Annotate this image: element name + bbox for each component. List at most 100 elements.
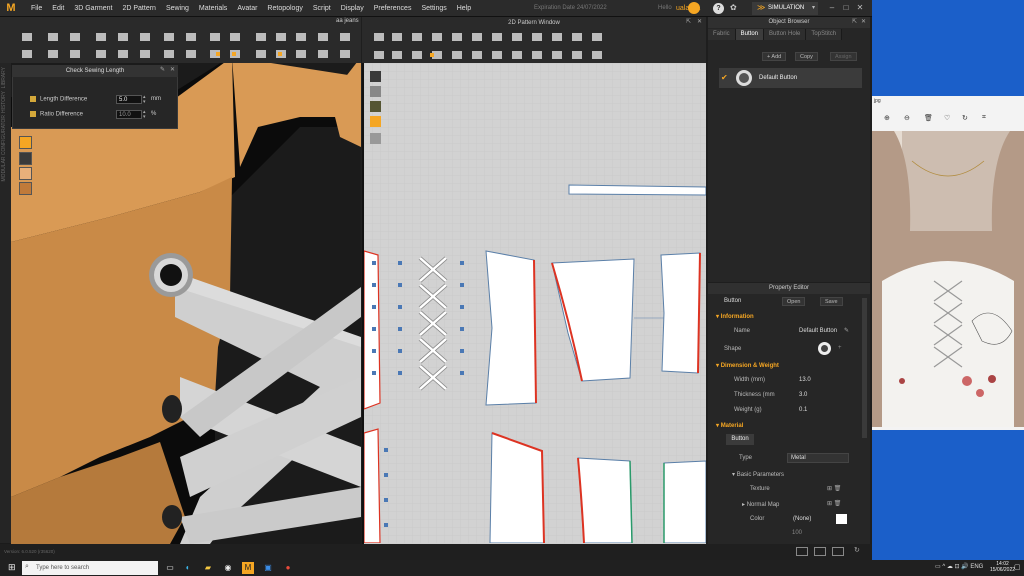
edit-name-icon[interactable]: ✎ (844, 327, 849, 334)
menu-file[interactable]: File (26, 0, 47, 17)
file-explorer-icon[interactable]: ▰ (202, 562, 214, 574)
edit-tool-icon[interactable] (370, 101, 381, 112)
menu-preferences[interactable]: Preferences (369, 0, 417, 17)
length-difference-checkbox[interactable] (30, 96, 36, 102)
material-section[interactable]: ▾ Material (716, 422, 743, 429)
menu-3d-garment[interactable]: 3D Garment (69, 0, 117, 17)
2d-toolbar (362, 29, 706, 63)
app-logo: M (6, 2, 16, 14)
ratio-difference-label: Ratio Difference (40, 111, 83, 118)
taskbar-search-input[interactable]: Type here to search (22, 561, 158, 575)
thickness-value[interactable]: 3.0 (799, 392, 807, 398)
zoom-out-icon[interactable]: ⊖ (904, 114, 910, 122)
close-panel-icon[interactable]: ✕ (170, 66, 175, 73)
windows-start-icon[interactable]: ⊞ (8, 562, 16, 573)
length-stepper-icon[interactable]: ▴ ▾ (143, 95, 146, 105)
tab-button-hole[interactable]: Button Hole (764, 29, 807, 40)
menu-avatar[interactable]: Avatar (232, 0, 262, 17)
menu-help[interactable]: Help (452, 0, 476, 17)
crop-icon[interactable]: ⌗ (982, 114, 986, 122)
button-tool-icon[interactable] (370, 116, 381, 127)
community-icon[interactable]: ✿ (730, 3, 737, 12)
split-view-icon[interactable] (814, 547, 826, 556)
task-view-icon[interactable]: ▭ (164, 562, 176, 574)
texture-grid-icon[interactable]: ⊞ 🗑 (827, 485, 841, 492)
history-tab[interactable]: HISTORY (1, 91, 7, 113)
expand-icon[interactable]: ⇱ (686, 18, 691, 25)
scrollbar[interactable] (862, 298, 867, 438)
material-button-tab[interactable]: Button (726, 434, 754, 445)
add-button[interactable]: + Add (762, 52, 787, 61)
library-tab[interactable]: LIBRARY (1, 67, 7, 88)
layout-icon[interactable] (832, 547, 844, 556)
menu-sewing[interactable]: Sewing (161, 0, 194, 17)
rotate-icon[interactable]: ↻ (962, 114, 968, 122)
chat-icon[interactable]: ◉ (222, 562, 234, 574)
normal-map-grid-icon[interactable]: ⊞ 🗑 (827, 500, 841, 507)
copy-button[interactable]: Copy (795, 52, 818, 61)
length-difference-input[interactable]: 5.0 (116, 95, 142, 104)
normal-map-row[interactable]: ▸ Normal Map (742, 501, 779, 508)
refresh-icon[interactable]: ↻ (854, 546, 860, 554)
delete-icon[interactable]: 🗑 (924, 114, 933, 122)
zoom-in-icon[interactable]: ⊕ (884, 114, 890, 122)
basic-parameters-section[interactable]: ▾ Basic Parameters (732, 471, 784, 478)
sync-icon[interactable] (688, 2, 700, 14)
ratio-stepper-icon[interactable]: ▴ ▾ (143, 110, 146, 120)
favorite-icon[interactable]: ♡ (944, 114, 950, 122)
menu-materials[interactable]: Materials (194, 0, 232, 17)
panel-expand-icon[interactable]: ⇱ (852, 18, 857, 25)
ratio-difference-input[interactable]: 10.0 (116, 110, 142, 119)
status-bar (0, 544, 872, 560)
menu-display[interactable]: Display (336, 0, 369, 17)
view-mode-icon[interactable] (796, 547, 808, 556)
tab-button[interactable]: Button (735, 29, 765, 40)
tab-fabric[interactable]: Fabric (708, 29, 736, 40)
taskbar-clock[interactable]: 14:02 15/06/2022 (990, 561, 1015, 573)
close-window-icon[interactable]: ✕ (697, 18, 702, 25)
check-sewing-length-title: Check Sewing Length (12, 65, 178, 77)
dimension-section[interactable]: ▾ Dimension & Weight (716, 362, 779, 369)
notification-icon[interactable]: ▢ (1014, 563, 1021, 571)
menu-retopology[interactable]: Retopology (262, 0, 307, 17)
open-button[interactable]: Open (782, 297, 806, 306)
photos-icon[interactable]: ▣ (262, 562, 274, 574)
minimize-icon[interactable]: – (826, 2, 838, 14)
buttonhole-tool-icon[interactable] (370, 133, 381, 144)
save-button[interactable]: Save (820, 297, 843, 306)
tab-topstitch[interactable]: TopStitch (806, 29, 843, 40)
marvelous-designer-icon[interactable]: M (242, 562, 254, 574)
name-value[interactable]: Default Button (799, 328, 837, 334)
pin-icon[interactable]: ✎ (160, 66, 165, 73)
edge-icon[interactable]: ◐ (182, 562, 194, 574)
shape-preview[interactable] (818, 342, 831, 355)
type-dropdown[interactable]: Metal (787, 453, 849, 463)
pattern-canvas[interactable] (364, 63, 706, 543)
menu-edit[interactable]: Edit (47, 0, 69, 17)
close-icon[interactable]: ✕ (854, 2, 866, 14)
maximize-icon[interactable]: □ (840, 2, 852, 14)
chevron-down-icon[interactable]: ▾ (812, 4, 815, 11)
assign-button[interactable]: Assign (830, 52, 857, 61)
garment-icon[interactable] (19, 136, 32, 149)
menu-2d-pattern[interactable]: 2D Pattern (117, 0, 160, 17)
texture-icon[interactable] (19, 182, 32, 195)
color-swatch[interactable] (836, 514, 847, 524)
transform-tool-icon[interactable] (370, 86, 381, 97)
menu-settings[interactable]: Settings (416, 0, 451, 17)
modular-configurator-tab[interactable]: MODULAR CONFIGURATOR (1, 115, 7, 181)
property-editor-title: Property Editor (708, 283, 870, 294)
avatar-icon[interactable] (19, 167, 32, 180)
panel-close-icon[interactable]: ✕ (861, 18, 866, 25)
add-shape-icon[interactable]: + (838, 345, 842, 351)
avatar-display-icon[interactable] (19, 152, 32, 165)
system-tray-icons[interactable]: ▭ ^ ☁ ⊡ 🔊 ENG (935, 563, 983, 570)
weight-value[interactable]: 0.1 (799, 407, 807, 413)
help-icon[interactable]: ? (713, 3, 724, 14)
information-section[interactable]: ▾ Information (716, 313, 754, 320)
select-tool-icon[interactable] (370, 71, 381, 82)
menu-script[interactable]: Script (308, 0, 336, 17)
ratio-difference-checkbox[interactable] (30, 111, 36, 117)
chrome-icon[interactable]: ● (282, 562, 294, 574)
width-value[interactable]: 13.0 (799, 377, 811, 383)
